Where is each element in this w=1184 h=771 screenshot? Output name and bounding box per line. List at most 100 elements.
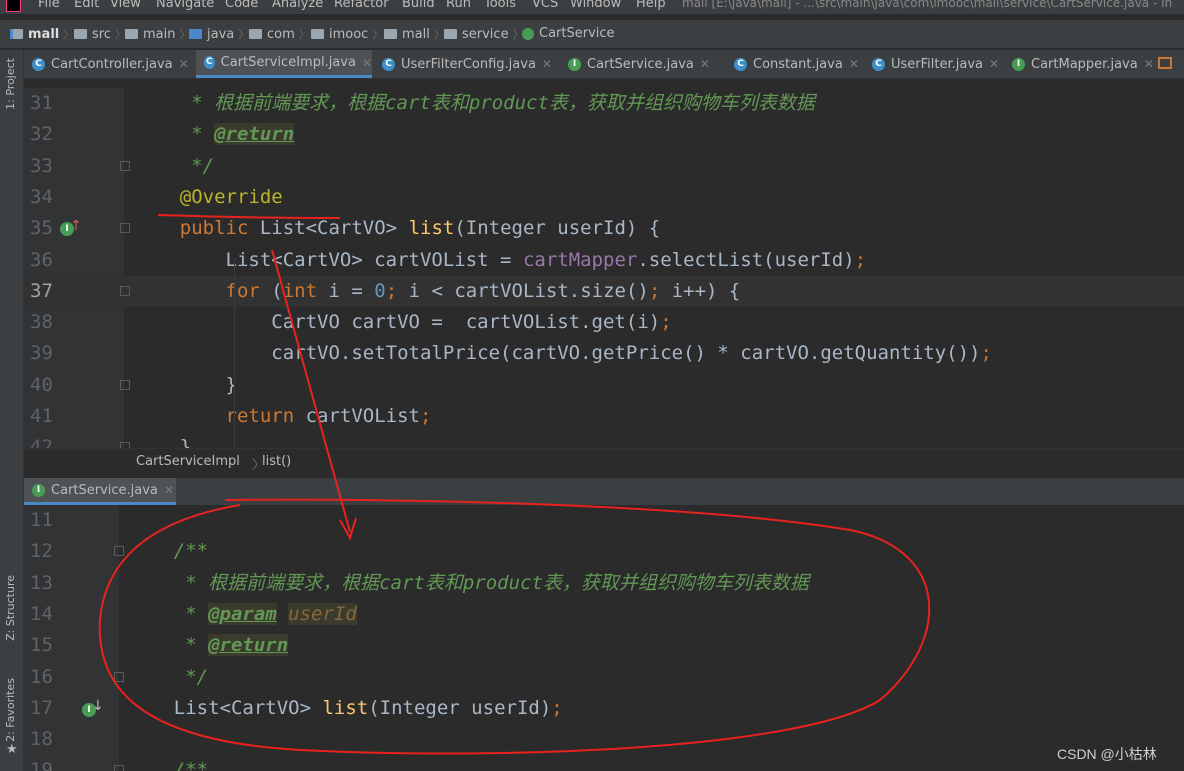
fold-marker-icon[interactable] (114, 671, 124, 682)
code-text: cartVO.setTotalPrice(cartVO.getPrice() *… (134, 342, 992, 365)
menu-file[interactable]: File (38, 0, 60, 11)
code-text: * @return (128, 634, 289, 657)
code-text: /** (128, 540, 209, 563)
tab-cartservice-split[interactable]: I CartService.java ✕ (24, 478, 176, 505)
nav-crumb-imooc[interactable]: imooc 〉 (311, 26, 383, 42)
code-line[interactable]: 41 return cartVOList; (24, 401, 1184, 432)
code-line[interactable]: 31 * 根据前端要求，根据cart表和product表，获取并组织购物车列表数… (24, 88, 1184, 119)
code-line[interactable]: 35 public List<CartVO> list(Integer user… (24, 213, 1184, 244)
nav-crumb-com[interactable]: com 〉 (249, 26, 310, 42)
close-icon[interactable]: ✕ (1144, 57, 1154, 71)
menu-analyze[interactable]: Analyze (272, 0, 323, 11)
menu-code[interactable]: Code (225, 0, 258, 11)
menu-window[interactable]: Window (570, 0, 621, 11)
nav-crumb-src[interactable]: src 〉 (74, 26, 126, 42)
breadcrumb-method[interactable]: list() (262, 454, 291, 469)
tab-cartserviceimpl[interactable]: C CartServiceImpl.java ✕ (196, 50, 372, 78)
menu-bar: File Edit View Navigate Code Analyze Ref… (0, 0, 1184, 14)
menu-refactor[interactable]: Refactor (334, 0, 389, 11)
menu-vcs[interactable]: VCS (532, 0, 558, 11)
breadcrumb-class[interactable]: CartServiceImpl (136, 454, 240, 469)
code-text: CartVO cartVO = cartVOList.get(i); (134, 311, 672, 334)
line-number: 18 (30, 728, 53, 751)
fold-marker-icon[interactable] (120, 379, 130, 390)
code-line[interactable]: 36 List<CartVO> cartVOList = cartMapper.… (24, 245, 1184, 276)
go-to-implementation-arrow-icon[interactable]: ↓ (92, 698, 104, 714)
close-icon[interactable]: ✕ (700, 57, 710, 71)
go-to-super-arrow-icon[interactable]: ↑ (70, 218, 82, 234)
tab-userfilter[interactable]: C UserFilter.java ✕ (864, 50, 1014, 78)
tab-userfilterconfig[interactable]: C UserFilterConfig.java ✕ (374, 50, 560, 78)
nav-crumb-mall[interactable]: mall 〉 (384, 26, 445, 42)
menu-navigate[interactable]: Navigate (156, 0, 214, 11)
structure-tool-button[interactable]: Z: Structure (4, 575, 17, 641)
code-line[interactable]: 15 * @return (24, 630, 1184, 661)
close-icon[interactable]: ✕ (989, 57, 999, 71)
close-icon[interactable]: ✕ (179, 57, 189, 71)
nav-crumb-java[interactable]: java 〉 (189, 26, 249, 42)
code-line[interactable]: 13 * 根据前端要求，根据cart表和product表，获取并组织购物车列表数… (24, 568, 1184, 599)
tab-constant[interactable]: C Constant.java ✕ (726, 50, 876, 78)
code-line[interactable]: 12 /** (24, 536, 1184, 567)
line-number: 39 (30, 342, 53, 365)
code-line[interactable]: 38 CartVO cartVO = cartVOList.get(i); (24, 307, 1184, 338)
code-line[interactable]: 33 */ (24, 151, 1184, 182)
line-number: 17 (30, 696, 53, 719)
fold-marker-icon[interactable] (120, 285, 130, 296)
close-icon[interactable]: ✕ (542, 57, 552, 71)
line-number: 13 (30, 571, 53, 594)
class-icon: C (872, 57, 885, 71)
menu-view[interactable]: View (110, 0, 141, 11)
nav-crumb-main[interactable]: main 〉 (125, 26, 190, 42)
nav-crumb-service[interactable]: service 〉 (444, 26, 524, 42)
editor-cartservice[interactable]: 11 12 /** 13 * 根据前端要求，根据cart表和product表，获取并… (24, 505, 1184, 771)
code-text: * 根据前端要求，根据cart表和product表，获取并组织购物车列表数据 (134, 92, 815, 114)
code-text: */ (134, 154, 215, 177)
favorites-tool-button[interactable]: 2: Favorites (4, 678, 17, 742)
split-editor-tab-bar: I CartService.java ✕ (24, 478, 1184, 505)
tab-cartservice[interactable]: I CartService.java ✕ (560, 50, 730, 78)
code-line[interactable]: 34 @Override (24, 182, 1184, 213)
editor-cartserviceimpl[interactable]: 31 * 根据前端要求，根据cart表和product表，获取并组织购物车列表数… (24, 88, 1184, 448)
class-icon: C (32, 57, 45, 71)
nav-crumb-project[interactable]: mall 〉 (10, 26, 74, 42)
package-icon (444, 29, 457, 39)
fold-marker-icon[interactable] (120, 160, 130, 171)
code-line[interactable]: 14 * @param userId (24, 599, 1184, 630)
code-line[interactable]: 16 */ (24, 662, 1184, 693)
menu-edit[interactable]: Edit (74, 0, 99, 11)
fold-marker-icon[interactable] (114, 765, 124, 771)
menu-help[interactable]: Help (636, 0, 666, 11)
code-text: } (134, 373, 237, 396)
code-text: */ (128, 665, 209, 688)
menu-build[interactable]: Build (402, 0, 435, 11)
code-line[interactable]: 17 List<CartVO> list(Integer userId); (24, 693, 1184, 724)
folder-icon (125, 29, 138, 39)
code-line[interactable]: 18 (24, 724, 1184, 755)
code-line[interactable]: 11 (24, 505, 1184, 536)
fold-marker-icon[interactable] (120, 223, 130, 234)
close-icon[interactable]: ✕ (849, 57, 859, 71)
line-number: 19 (30, 759, 53, 771)
nav-crumb-cartservice[interactable]: CartService (522, 26, 615, 41)
line-number: 36 (30, 248, 53, 271)
close-icon[interactable]: ✕ (362, 56, 372, 70)
menu-tools[interactable]: Tools (484, 0, 516, 11)
code-line[interactable]: 19 /** (24, 755, 1184, 771)
indent-guide (234, 258, 235, 448)
code-line[interactable]: 37 for (int i = 0; i < cartVOList.size()… (24, 275, 1184, 307)
file-icon (1158, 57, 1172, 69)
code-line[interactable]: 40 } (24, 370, 1184, 401)
fold-marker-icon[interactable] (114, 546, 124, 557)
tab-cartmapper[interactable]: I CartMapper.java ✕ (1004, 50, 1164, 78)
project-tool-button[interactable]: 1: Project (4, 58, 17, 110)
editor-breadcrumb: CartServiceImpl 〉 list() (24, 448, 1184, 477)
code-line[interactable]: 42 } (24, 432, 1184, 448)
intellij-logo-icon (6, 0, 21, 12)
code-line[interactable]: 32 * @return (24, 119, 1184, 150)
close-icon[interactable]: ✕ (164, 483, 174, 497)
package-icon (384, 29, 397, 39)
tab-cartcontroller[interactable]: C CartController.java ✕ (24, 50, 194, 78)
code-line[interactable]: 39 cartVO.setTotalPrice(cartVO.getPrice(… (24, 338, 1184, 369)
menu-run[interactable]: Run (446, 0, 471, 11)
